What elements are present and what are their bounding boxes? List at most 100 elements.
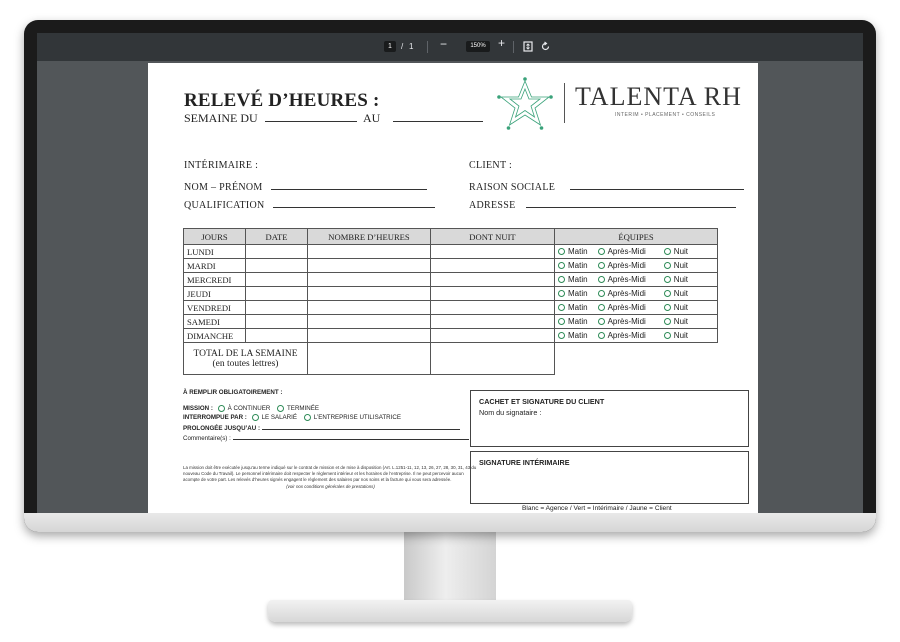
- shift-option-matin[interactable]: Matin: [558, 247, 588, 256]
- day-cell: DIMANCHE: [183, 328, 246, 343]
- total-hours-cell[interactable]: [307, 342, 431, 375]
- logo-name: TALENTA RH: [575, 82, 742, 111]
- interim-signature-title: SIGNATURE INTÉRIMAIRE: [479, 458, 570, 467]
- shift-option-matin[interactable]: Matin: [558, 331, 588, 340]
- radio-circle-icon: [663, 290, 671, 298]
- semaine-start-field[interactable]: [264, 111, 357, 122]
- shift-option-aprsmidi[interactable]: Après-Midi: [597, 289, 646, 298]
- date-cell[interactable]: [245, 286, 308, 301]
- shift-option-aprsmidi[interactable]: Après-Midi: [597, 275, 646, 284]
- header-date: DATE: [245, 228, 308, 245]
- night-cell[interactable]: [430, 258, 555, 273]
- fit-page-button[interactable]: [523, 41, 533, 55]
- hours-cell[interactable]: [307, 300, 431, 315]
- signatory-name-label: Nom du signataire :: [479, 408, 542, 417]
- shift-option-aprsmidi[interactable]: Après-Midi: [597, 261, 646, 270]
- monitor-stand-neck: [404, 530, 496, 604]
- radio-circle-icon: [597, 262, 605, 270]
- day-cell: JEUDI: [183, 286, 246, 301]
- zoom-out-button[interactable]: −: [440, 38, 447, 50]
- interrupt-row: INTERROMPUE PAR : LE SALARIÉ L’ENTREPRIS…: [183, 413, 469, 423]
- shift-option-nuit[interactable]: Nuit: [663, 331, 688, 340]
- adresse-field[interactable]: [526, 197, 737, 208]
- shift-label: Nuit: [673, 317, 689, 326]
- interrupt-employee-radio[interactable]: [251, 413, 259, 421]
- date-cell[interactable]: [245, 328, 308, 343]
- date-cell[interactable]: [245, 272, 308, 287]
- date-cell[interactable]: [245, 314, 308, 329]
- table-row: SAMEDI Matin Après-Midi Nuit: [183, 314, 718, 329]
- shift-option-nuit[interactable]: Nuit: [663, 317, 689, 326]
- client-signature-box[interactable]: CACHET ET SIGNATURE DU CLIENT Nom du sig…: [470, 390, 749, 447]
- mission-row: MISSION : À CONTINUER TERMINÉE: [183, 405, 469, 414]
- date-cell[interactable]: [245, 258, 308, 273]
- shift-option-nuit[interactable]: Nuit: [663, 261, 688, 270]
- shift-option-matin[interactable]: Matin: [558, 303, 588, 312]
- zoom-level-input[interactable]: 150%: [466, 41, 490, 52]
- shift-option-matin[interactable]: Matin: [558, 261, 588, 270]
- shift-label: Nuit: [673, 247, 689, 256]
- date-cell[interactable]: [245, 300, 308, 315]
- week-row: SEMAINE DU AU: [184, 111, 484, 126]
- radio-circle-icon: [663, 276, 671, 284]
- hours-cell[interactable]: [307, 286, 431, 301]
- interim-signature-box[interactable]: SIGNATURE INTÉRIMAIRE: [470, 451, 749, 504]
- radio-circle-icon: [558, 290, 565, 298]
- mandatory-title: À REMPLIR OBLIGATOIREMENT :: [183, 389, 283, 396]
- shift-option-matin[interactable]: Matin: [558, 275, 588, 284]
- shift-option-matin[interactable]: Matin: [558, 289, 588, 298]
- hours-table: JOURS DATE NOMBRE D’HEURES DONT NUIT ÉQU…: [183, 228, 718, 375]
- shift-option-aprsmidi[interactable]: Après-Midi: [597, 331, 646, 340]
- date-cell[interactable]: [245, 244, 308, 259]
- night-cell[interactable]: [430, 328, 555, 343]
- radio-circle-icon: [558, 262, 565, 270]
- night-cell[interactable]: [430, 272, 555, 287]
- shift-option-aprsmidi[interactable]: Après-Midi: [597, 317, 646, 326]
- shift-option-matin[interactable]: Matin: [558, 317, 588, 326]
- shift-label: Matin: [568, 261, 588, 270]
- night-cell[interactable]: [430, 300, 555, 315]
- interrupt-company-radio[interactable]: [303, 413, 311, 421]
- shift-cell: Matin Après-Midi Nuit: [554, 272, 718, 287]
- shift-option-aprsmidi[interactable]: Après-Midi: [597, 247, 646, 256]
- interrupt-label: INTERROMPUE PAR :: [183, 414, 247, 422]
- mission-terminated-radio[interactable]: [277, 405, 285, 413]
- shift-option-nuit[interactable]: Nuit: [663, 289, 688, 298]
- prolong-label: PROLONGÉE JUSQU’AU :: [183, 424, 261, 432]
- prolong-field[interactable]: [261, 423, 460, 430]
- mission-continue-radio[interactable]: [217, 405, 225, 413]
- shift-option-nuit[interactable]: Nuit: [663, 303, 688, 312]
- hours-cell[interactable]: [307, 272, 431, 287]
- shift-option-nuit[interactable]: Nuit: [663, 275, 688, 284]
- semaine-label: SEMAINE DU: [184, 111, 258, 125]
- current-page-input[interactable]: 1: [384, 41, 396, 52]
- hours-cell[interactable]: [307, 258, 431, 273]
- radio-circle-icon: [597, 290, 605, 298]
- radio-circle-icon: [597, 304, 605, 312]
- raison-field[interactable]: [569, 179, 744, 190]
- total-label-cell: TOTAL DE LA SEMAINE (en toutes lettres): [183, 342, 308, 375]
- hours-cell[interactable]: [307, 328, 431, 343]
- radio-circle-icon: [663, 304, 671, 312]
- shift-option-aprsmidi[interactable]: Après-Midi: [597, 303, 646, 312]
- shift-label: Après-Midi: [607, 289, 646, 298]
- shift-label: Après-Midi: [607, 331, 646, 340]
- shift-option-nuit[interactable]: Nuit: [663, 247, 689, 256]
- nom-field[interactable]: [271, 179, 428, 190]
- total-night-cell[interactable]: [430, 342, 555, 375]
- header-nombre-heures: NOMBRE D’HEURES: [307, 228, 431, 245]
- shift-label: Après-Midi: [607, 303, 646, 312]
- hours-cell[interactable]: [307, 314, 431, 329]
- semaine-end-field[interactable]: [393, 111, 484, 122]
- day-cell: SAMEDI: [183, 314, 246, 329]
- zoom-in-button[interactable]: +: [498, 37, 505, 49]
- qualification-field[interactable]: [273, 197, 436, 208]
- radio-circle-icon: [558, 318, 565, 326]
- hours-cell[interactable]: [307, 244, 431, 259]
- night-cell[interactable]: [430, 244, 555, 259]
- night-cell[interactable]: [430, 314, 555, 329]
- night-cell[interactable]: [430, 286, 555, 301]
- total-sublabel: (en toutes lettres): [212, 358, 279, 369]
- comment-field[interactable]: [232, 433, 469, 440]
- rotate-button[interactable]: [540, 41, 551, 55]
